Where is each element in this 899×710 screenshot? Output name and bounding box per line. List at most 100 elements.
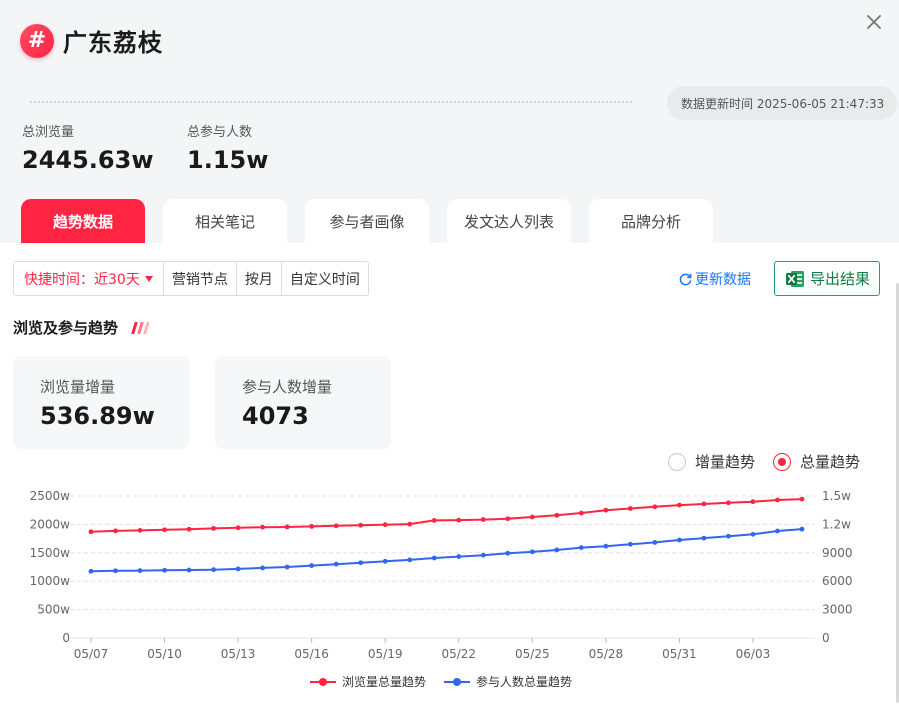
dotted-divider [30, 101, 632, 103]
x-tick-label: 06/03 [736, 647, 771, 661]
data-point [456, 517, 462, 523]
data-point [235, 525, 241, 531]
series-line-1 [90, 528, 803, 573]
y-right-tick-label: 1.5w [822, 489, 851, 503]
data-point [627, 506, 633, 511]
topic-header: # 广东荔枝 [20, 23, 163, 58]
radio-label: 总量趋势 [800, 453, 861, 471]
page-title: 广东荔枝 [63, 29, 163, 57]
data-point [677, 502, 682, 508]
data-point [652, 504, 658, 510]
refresh-data-button[interactable]: 更新数据 [678, 269, 751, 289]
y-right-tick-label: 3000 [822, 603, 853, 617]
excel-icon [785, 270, 804, 287]
export-results-button[interactable]: 导出结果 [774, 261, 880, 296]
y-left-tick-label: 2000w [30, 517, 71, 531]
section-title: 浏览及参与趋势 [13, 317, 152, 338]
y-right-tick-label: 6000 [822, 574, 853, 588]
filter-custom-time[interactable]: 自定义时间 [280, 262, 368, 295]
caret-down-icon [144, 275, 153, 282]
data-point [333, 561, 339, 567]
radio-increment-trend[interactable]: 增量趋势 [668, 451, 755, 472]
tab-brand-analysis[interactable]: 品牌分析 [589, 199, 713, 243]
card-value: 536.89w [40, 402, 155, 430]
data-point [407, 521, 413, 527]
data-point [750, 499, 756, 505]
data-point [382, 522, 388, 528]
quick-time-label: 快捷时间：近30天 [24, 271, 140, 288]
data-point [333, 523, 339, 529]
data-point [627, 541, 633, 547]
stat-label: 总浏览量 [22, 125, 75, 140]
x-tick-label: 05/28 [589, 647, 624, 661]
quick-time-dropdown[interactable]: 快捷时间：近30天 [14, 262, 163, 295]
data-point [284, 564, 290, 570]
chart-legend: 浏览量总量趋势 参与人数总量趋势 [310, 673, 590, 690]
time-filter-group: 快捷时间：近30天 营销节点 按月 自定义时间 [13, 261, 369, 296]
legend-label: 浏览量总量趋势 [342, 675, 427, 689]
data-point [603, 543, 609, 549]
data-point [726, 500, 731, 506]
tab-participant-profile[interactable]: 参与者画像 [305, 199, 429, 243]
data-point [137, 527, 143, 533]
data-point [554, 547, 560, 553]
trend-line-chart: 0 0 500w 3000 1000w 6000 1500w 9000 2000w 1.2w 250… [30, 489, 853, 661]
export-label: 导出结果 [809, 270, 870, 288]
x-tick-label: 05/10 [147, 647, 182, 661]
legend-item-views[interactable]: 浏览量总量趋势 [310, 673, 426, 690]
radio-total-trend[interactable]: 总量趋势 [773, 451, 860, 472]
data-point [677, 537, 682, 543]
data-point [799, 496, 805, 502]
data-point [529, 549, 535, 555]
card-value: 4073 [242, 402, 309, 430]
update-time-badge: 数据更新时间 2025-06-05 21:47:33 [667, 86, 897, 120]
data-point [260, 524, 266, 530]
data-point [260, 565, 266, 571]
x-tick-label: 05/07 [74, 647, 109, 661]
radio-label: 增量趋势 [695, 453, 756, 471]
x-tick-label: 05/31 [662, 647, 697, 661]
stat-total-views: 总浏览量 2445.63w [22, 121, 153, 174]
stat-value: 2445.63w [22, 146, 154, 174]
y-right-tick-label: 1.2w [822, 517, 851, 531]
hashtag-icon: # [20, 23, 54, 58]
filter-marketing-node[interactable]: 营销节点 [162, 262, 236, 295]
decorative-slashes-icon [131, 321, 150, 334]
data-point [505, 516, 511, 522]
data-point [358, 522, 364, 528]
legend-item-participants[interactable]: 参与人数总量趋势 [444, 673, 572, 690]
tab-trend-data[interactable]: 趋势数据 [21, 199, 145, 243]
data-point [186, 567, 192, 573]
x-tick-label: 05/16 [294, 647, 329, 661]
data-point [726, 533, 731, 539]
stat-label: 总参与人数 [187, 125, 253, 140]
data-point [799, 526, 805, 532]
tab-related-notes[interactable]: 相关笔记 [163, 199, 287, 243]
series-line-0 [90, 498, 803, 533]
data-point [603, 507, 609, 513]
legend-label: 参与人数总量趋势 [476, 675, 573, 689]
filter-by-month[interactable]: 按月 [235, 262, 281, 295]
data-point [554, 512, 560, 518]
data-point [358, 560, 364, 566]
y-left-tick-label: 1000w [30, 574, 71, 588]
y-left-tick-label: 0 [62, 631, 70, 645]
data-point [701, 501, 707, 507]
card-participants-increment: 参与人数增量 4073 [215, 356, 391, 449]
x-tick-label: 05/13 [221, 647, 256, 661]
tab-creator-list[interactable]: 发文达人列表 [447, 199, 571, 243]
data-point [431, 518, 437, 523]
data-point [88, 529, 94, 535]
x-tick-label: 05/19 [368, 647, 403, 661]
trend-panel: 快捷时间：近30天 营销节点 按月 自定义时间 更新数据 导出结果 浏览及参与趋… [0, 243, 899, 710]
data-point [456, 554, 462, 559]
data-point [529, 514, 535, 520]
data-point [480, 552, 486, 558]
x-tick-label: 05/22 [441, 647, 476, 661]
close-icon[interactable] [862, 10, 886, 34]
data-point [480, 517, 486, 522]
y-left-tick-label: 1500w [30, 546, 71, 560]
y-right-tick-label: 0 [822, 631, 830, 645]
tab-bar: 趋势数据 相关笔记 参与者画像 发文达人列表 品牌分析 [21, 199, 731, 243]
y-right-tick-label: 9000 [822, 546, 853, 560]
